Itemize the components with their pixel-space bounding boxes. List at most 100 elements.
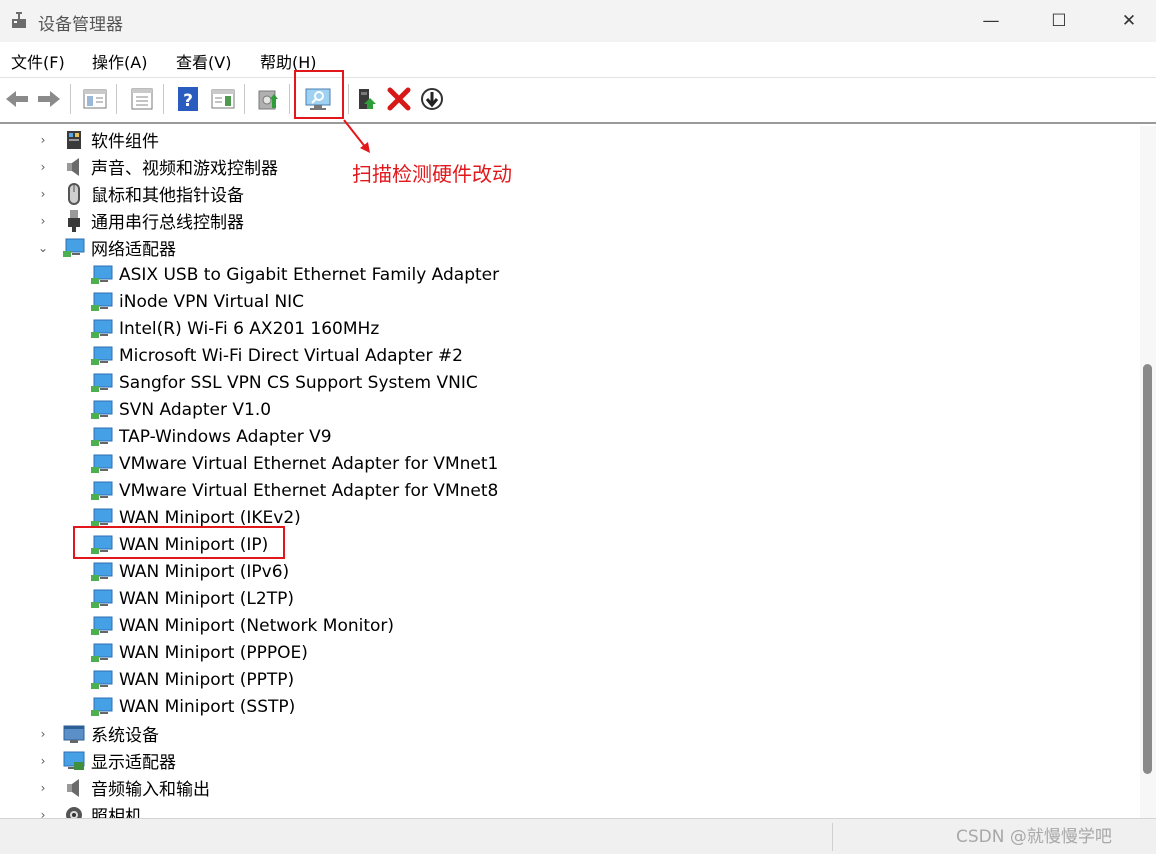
network-adapter-item[interactable]: Microsoft Wi-Fi Direct Virtual Adapter #… — [90, 342, 463, 369]
tree-item-label: WAN Miniport (Network Monitor) — [119, 615, 395, 636]
tree-item-label: Microsoft Wi-Fi Direct Virtual Adapter #… — [119, 345, 463, 366]
tree-item-label: SVN Adapter V1.0 — [119, 399, 272, 420]
network-adapter-item[interactable]: WAN Miniport (PPPOE) — [90, 639, 308, 666]
menu-bar: 文件(F) 操作(A) 查看(V) 帮助(H) — [0, 42, 1156, 78]
maximize-icon: ☐ — [1051, 11, 1067, 31]
network-adapter-icon — [90, 264, 114, 286]
show-hide-console-tree-button[interactable] — [80, 84, 110, 114]
network-adapter-item[interactable]: WAN Miniport (Network Monitor) — [90, 612, 394, 639]
forward-icon — [38, 91, 60, 107]
action-pane-icon — [211, 89, 235, 109]
menu-view[interactable]: 查看(V) — [176, 49, 231, 73]
network-adapter-icon — [62, 237, 86, 259]
toolbar-separator — [348, 84, 349, 114]
maximize-button[interactable]: ☐ — [1024, 0, 1094, 42]
close-button[interactable]: ✕ — [1094, 0, 1156, 42]
network-adapter-item[interactable]: TAP-Windows Adapter V9 — [90, 423, 332, 450]
minimize-button[interactable]: — — [956, 0, 1026, 42]
expand-display-adapters-icon[interactable]: › — [36, 747, 50, 774]
toolbar-separator — [244, 84, 245, 114]
network-adapter-icon — [90, 372, 114, 394]
help-icon: ? — [178, 87, 198, 111]
expand-audio-io-icon[interactable]: › — [36, 774, 50, 801]
network-adapter-icon — [90, 642, 114, 664]
expand-mouse-icon[interactable]: › — [36, 180, 50, 207]
toolbar-separator — [163, 84, 164, 114]
disable-device-icon — [421, 88, 443, 110]
back-button[interactable] — [2, 84, 32, 114]
uninstall-device-button[interactable] — [384, 84, 414, 114]
collapse-network-adapters-icon[interactable]: ⌄ — [36, 234, 50, 261]
action-pane-button[interactable] — [208, 84, 238, 114]
network-adapter-item[interactable]: ASIX USB to Gigabit Ethernet Family Adap… — [90, 261, 499, 288]
usb-icon — [62, 209, 86, 232]
network-adapter-item[interactable]: iNode VPN Virtual NIC — [90, 288, 304, 315]
device-tree: › 软件组件 › 声音、视频和游戏控制器 › 鼠标和其他指针设备 › 通用串行总… — [0, 126, 1140, 818]
network-adapter-icon — [90, 669, 114, 691]
scan-button-highlight — [294, 70, 344, 119]
tree-item-label: WAN Miniport (PPPOE) — [119, 642, 308, 663]
network-adapter-item[interactable]: Sangfor SSL VPN CS Support System VNIC — [90, 369, 478, 396]
tree-item-label: WAN Miniport (IKEv2) — [119, 507, 301, 528]
tree-item-label: 显示适配器 — [91, 753, 176, 773]
menu-file[interactable]: 文件(F) — [11, 49, 65, 73]
mouse-icon — [62, 182, 86, 205]
tree-item-label: VMware Virtual Ethernet Adapter for VMne… — [119, 453, 499, 474]
update-driver-icon — [258, 90, 278, 110]
properties-button[interactable] — [127, 84, 157, 114]
tree-item-display-adapters[interactable]: 显示适配器 — [62, 747, 176, 774]
enable-device-button[interactable] — [352, 84, 382, 114]
help-button[interactable]: ? — [173, 84, 203, 114]
tree-item-mouse-pointing[interactable]: 鼠标和其他指针设备 — [62, 180, 244, 207]
disable-device-button[interactable] — [417, 84, 447, 114]
uninstall-device-icon — [387, 87, 411, 111]
tree-item-label: 声音、视频和游戏控制器 — [91, 159, 278, 179]
tree-item-sound-video-game[interactable]: 声音、视频和游戏控制器 — [62, 153, 278, 180]
tree-item-label: WAN Miniport (SSTP) — [119, 696, 296, 717]
close-icon: ✕ — [1121, 11, 1137, 31]
expand-software-components-icon[interactable]: › — [36, 126, 50, 153]
show-hide-console-tree-icon — [83, 89, 107, 109]
menu-action[interactable]: 操作(A) — [92, 49, 147, 73]
network-adapter-icon — [90, 480, 114, 502]
tree-item-label: iNode VPN Virtual NIC — [119, 291, 305, 312]
tree-item-label: 软件组件 — [91, 132, 159, 152]
watermark: CSDN @就慢慢学吧 — [956, 827, 1112, 847]
network-adapter-item[interactable]: WAN Miniport (IPv6) — [90, 558, 289, 585]
network-adapter-icon — [90, 615, 114, 637]
network-adapter-icon — [90, 561, 114, 583]
network-adapter-icon — [90, 426, 114, 448]
tree-item-camera[interactable]: 照相机 — [62, 801, 142, 818]
status-divider — [832, 823, 833, 851]
network-adapter-icon — [90, 588, 114, 610]
software-component-icon — [62, 129, 86, 151]
network-adapter-item[interactable]: WAN Miniport (PPTP) — [90, 666, 294, 693]
audio-io-icon — [62, 777, 86, 799]
tree-item-network-adapters[interactable]: 网络适配器 — [62, 234, 176, 261]
update-driver-button[interactable] — [254, 84, 284, 114]
tree-item-label: WAN Miniport (IPv6) — [119, 561, 290, 582]
tree-item-label: VMware Virtual Ethernet Adapter for VMne… — [119, 480, 499, 501]
network-adapter-item[interactable]: WAN Miniport (L2TP) — [90, 585, 294, 612]
expand-usb-icon[interactable]: › — [36, 207, 50, 234]
tree-item-audio-io[interactable]: 音频输入和输出 — [62, 774, 210, 801]
network-adapter-item[interactable]: WAN Miniport (SSTP) — [90, 693, 295, 720]
expand-system-devices-icon[interactable]: › — [36, 720, 50, 747]
expand-sound-icon[interactable]: › — [36, 153, 50, 180]
tree-item-label: ASIX USB to Gigabit Ethernet Family Adap… — [119, 264, 500, 285]
tree-item-label: 照相机 — [91, 807, 142, 818]
forward-button[interactable] — [34, 84, 64, 114]
network-adapter-item[interactable]: Intel(R) Wi-Fi 6 AX201 160MHz — [90, 315, 379, 342]
network-adapter-icon — [90, 453, 114, 475]
tree-item-system-devices[interactable]: 系统设备 — [62, 720, 159, 747]
tree-item-label: 通用串行总线控制器 — [91, 213, 244, 233]
network-adapter-item[interactable]: SVN Adapter V1.0 — [90, 396, 271, 423]
svg-text:?: ? — [183, 91, 193, 111]
network-adapter-item[interactable]: VMware Virtual Ethernet Adapter for VMne… — [90, 477, 498, 504]
expand-camera-icon[interactable]: › — [36, 801, 50, 819]
tree-item-software-components[interactable]: 软件组件 — [62, 126, 159, 153]
back-icon — [6, 91, 28, 107]
network-adapter-item[interactable]: VMware Virtual Ethernet Adapter for VMne… — [90, 450, 498, 477]
tree-item-usb-controllers[interactable]: 通用串行总线控制器 — [62, 207, 244, 234]
scrollbar-thumb[interactable] — [1143, 364, 1152, 774]
